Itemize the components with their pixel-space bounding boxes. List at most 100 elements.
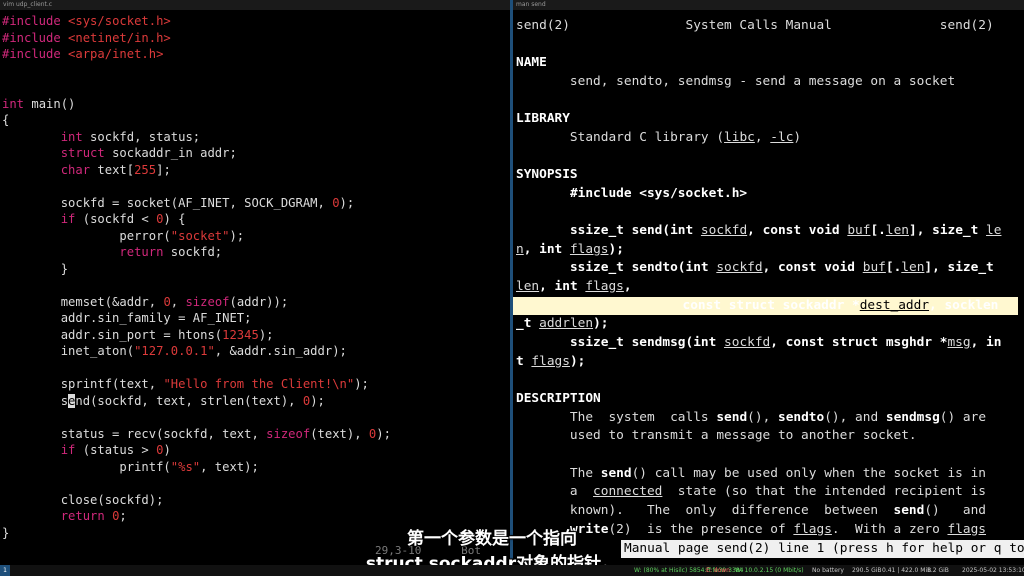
code-token: ]; xyxy=(156,162,171,177)
man-line: The system calls send(), sendto(), and s… xyxy=(516,409,986,428)
man-text: , int xyxy=(523,241,570,257)
code-token: sprintf(text, xyxy=(2,377,164,391)
code-token: sizeof xyxy=(185,294,230,309)
man-text: sockfd xyxy=(716,260,763,276)
man-text: flags xyxy=(569,241,609,257)
code-line[interactable]: #include <sys/socket.h> xyxy=(2,13,171,29)
man-text: , xyxy=(754,129,771,145)
code-token: sockfd, status; xyxy=(82,129,201,144)
man-text: send(2) System Calls Manual send(2) xyxy=(516,18,994,33)
code-token: ); xyxy=(354,377,369,391)
man-text: , int xyxy=(539,279,586,295)
code-line[interactable]: addr.sin_family = AF_INET; xyxy=(2,310,252,326)
code-line[interactable]: status = recv(sockfd, text, sizeof(text)… xyxy=(2,426,391,442)
code-token: , &addr.sin_addr); xyxy=(214,344,347,358)
man-line: len, int flags, xyxy=(516,278,632,297)
code-token: 255 xyxy=(134,162,157,177)
code-token: return xyxy=(60,509,105,523)
man-text: n xyxy=(516,241,524,257)
vim-editor-pane[interactable]: #include <sys/socket.h> #include <netinet… xyxy=(0,10,510,565)
code-token: (addr)); xyxy=(229,294,289,309)
code-line[interactable]: } xyxy=(2,261,68,277)
man-line: LIBRARY xyxy=(516,110,570,129)
man-page-pane[interactable]: send(2) System Calls Manual send(2) NAME … xyxy=(513,10,1024,565)
ip-address-status: W: 10.0.2.15 (0 Mbit/s) xyxy=(735,567,804,574)
man-line: ssize_t sendto(int sockfd, const void bu… xyxy=(516,259,994,278)
code-token: #include xyxy=(2,47,69,61)
man-text: send xyxy=(893,502,925,518)
code-line[interactable]: sprintf(text, "Hello from the Client!\n"… xyxy=(2,376,369,392)
man-text: connected xyxy=(593,484,663,500)
man-line: ssize_t send(int sockfd, const void buf[… xyxy=(516,222,1002,241)
man-text: , const struct msghdr * xyxy=(770,335,948,351)
code-line[interactable]: perror("socket"); xyxy=(2,228,244,244)
man-text: buf xyxy=(847,223,871,239)
man-text: ssize_t sendto(int xyxy=(569,260,717,276)
workspace-indicator[interactable]: 1 xyxy=(0,565,10,576)
man-text: DESCRIPTION xyxy=(516,391,601,406)
man-text: sendto xyxy=(777,409,825,425)
man-text: libc xyxy=(724,129,755,145)
man-text: flags xyxy=(585,279,624,295)
code-token: "Hello from the Client!\n" xyxy=(163,377,355,391)
code-line[interactable]: return 0; xyxy=(2,508,127,524)
code-line[interactable]: #include <netinet/in.h> xyxy=(2,30,171,46)
code-line[interactable]: if (sockfd < 0) { xyxy=(2,211,186,227)
code-line[interactable]: inet_aton("127.0.0.1", &addr.sin_addr); xyxy=(2,343,347,359)
man-text: ); xyxy=(593,316,609,332)
code-line[interactable]: int sockfd, status; xyxy=(2,129,200,145)
code-line[interactable]: struct sockaddr_in addr; xyxy=(2,145,237,161)
code-line[interactable]: int main() xyxy=(2,96,75,112)
clock: 2025-05-02 13:53:10 xyxy=(962,567,1024,574)
code-line[interactable]: if (status > 0) xyxy=(2,442,171,458)
man-text xyxy=(516,186,570,201)
code-line[interactable]: { xyxy=(2,112,9,128)
man-text: () are xyxy=(939,409,987,425)
man-text: buf xyxy=(862,260,886,276)
code-token: addr.sin_family = AF_INET; xyxy=(2,311,252,325)
code-line[interactable]: send(sockfd, text, strlen(text), 0); xyxy=(2,393,325,409)
code-token: { xyxy=(2,113,10,127)
code-line[interactable]: #include <arpa/inet.h> xyxy=(2,46,163,62)
man-text: send xyxy=(600,465,632,481)
man-text: send, sendto, sendmsg - send a message o… xyxy=(516,73,956,89)
man-text: dest_addr xyxy=(859,297,930,313)
man-line: send(2) System Calls Manual send(2) xyxy=(516,17,994,36)
code-token: if xyxy=(60,212,76,226)
man-text: flags xyxy=(531,353,570,369)
man-line: n, int flags); xyxy=(516,241,624,260)
code-token: (text), xyxy=(310,426,369,441)
code-line[interactable]: memset(&addr, 0, sizeof(addr)); xyxy=(2,294,289,310)
code-line[interactable]: char text[255]; xyxy=(2,162,171,178)
disk-free-status: 290.5 GiB xyxy=(852,567,882,574)
man-text: a xyxy=(516,484,594,500)
battery-status: No battery xyxy=(812,567,844,574)
man-text: ); xyxy=(608,241,624,257)
man-text: known). The only difference between xyxy=(516,502,894,518)
man-text: , socklen xyxy=(929,297,999,313)
code-line[interactable]: addr.sin_port = htons(12345); xyxy=(2,327,274,343)
system-status-bar: 1 W: (80% at Hisilc) 5854:ff:fe39:3384 E… xyxy=(0,565,1024,576)
man-line: Standard C library (libc, -lc) xyxy=(516,129,801,148)
code-token: (status > xyxy=(75,443,157,457)
code-token: sockaddr_in addr; xyxy=(104,146,237,160)
man-text: state (so that the intended recipient is xyxy=(662,484,986,500)
man-text xyxy=(516,335,570,350)
man-text: ssize_t sendmsg(int xyxy=(569,335,725,351)
code-line[interactable]: close(sockfd); xyxy=(2,492,164,508)
code-token: ; xyxy=(119,509,127,523)
code-token: printf( xyxy=(2,459,171,474)
code-line[interactable]: printf("%s", text); xyxy=(2,459,258,475)
code-token: sockfd; xyxy=(163,245,223,259)
code-line[interactable]: sockfd = socket(AF_INET, SOCK_DGRAM, 0); xyxy=(2,195,355,211)
man-text: ], size_t xyxy=(924,260,994,276)
code-token: int xyxy=(2,96,25,111)
man-text: The xyxy=(516,465,601,481)
man-text: const struct sockaddr * xyxy=(513,297,860,313)
man-line: #include <sys/socket.h> xyxy=(516,185,747,204)
code-line[interactable]: return sockfd; xyxy=(2,244,222,260)
